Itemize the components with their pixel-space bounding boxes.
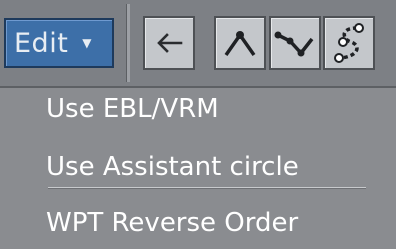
menu-item-wpt-reverse-order[interactable]: WPT Reverse Order [46, 202, 298, 244]
route-single-leg-button[interactable] [214, 16, 266, 70]
menu-item-use-ebl-vrm[interactable]: Use EBL/VRM [46, 88, 219, 130]
route-waypoints-icon [274, 25, 316, 61]
route-curve-icon [329, 22, 369, 64]
menu-item-use-assistant-circle[interactable]: Use Assistant circle [46, 146, 299, 188]
back-button[interactable] [143, 16, 195, 70]
route-multi-leg-button[interactable] [269, 16, 321, 70]
menu-divider [48, 187, 366, 189]
chevron-down-icon: ▼ [82, 36, 92, 50]
edit-menu-label: Edit [14, 27, 69, 59]
edit-menu-button[interactable]: Edit ▼ [4, 18, 114, 68]
route-reverse-button[interactable] [323, 16, 375, 70]
edit-dropdown-menu: Use EBL/VRM Use Assistant circle WPT Rev… [0, 86, 396, 249]
toolbar: Edit ▼ [0, 0, 396, 86]
route-leg-icon [220, 25, 260, 61]
toolbar-separator [126, 4, 130, 82]
arrow-left-icon [155, 32, 183, 54]
